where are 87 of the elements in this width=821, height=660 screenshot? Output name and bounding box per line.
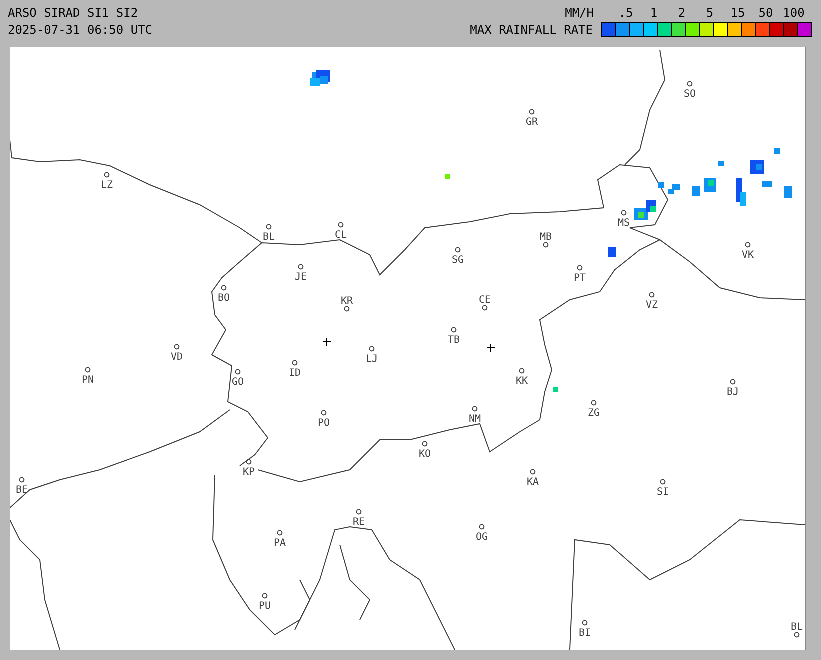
city-label: PO [318,418,330,429]
city-label: PA [274,538,286,549]
city-marker-icon [649,292,655,298]
legend-tick-label: 5 [705,6,715,20]
legend-tick-label: .5 [618,6,634,20]
city-marker-icon [356,509,362,515]
city-marker-icon [543,242,549,248]
city-label: BE [16,485,28,496]
city-marker-icon [582,620,588,626]
city-label: BO [218,293,230,304]
city-marker-icon [292,360,298,366]
legend-tick-label: 2 [677,6,687,20]
city-label: PU [258,601,272,612]
city-label: NM [468,414,482,425]
city-label: BI [578,628,592,639]
city-label: MB [540,232,552,243]
city-label: LJ [366,354,378,365]
product-title: ARSO SIRAD SI1 SI2 [8,6,140,20]
city-marker-icon [262,593,268,599]
legend-tick-label: 1 [649,6,659,20]
cross-marker-icon [486,344,496,352]
city-label: KR [340,296,354,307]
city-label: VZ [646,300,658,311]
city-marker-icon [321,410,327,416]
city-marker-icon [591,400,597,406]
city-label: ZG [588,408,600,419]
city-marker-icon [529,109,535,115]
city-label: CL [334,230,348,241]
city-marker-icon [344,306,350,312]
city-label: SI [656,487,670,498]
city-marker-icon [85,367,91,373]
city-label: TB [448,335,460,346]
legend-tick-label: 100 [782,6,806,20]
city-marker-icon [745,242,751,248]
city-marker-icon [730,379,736,385]
city-label: CE [478,295,492,306]
timestamp: 2025-07-31 06:50 UTC [8,23,152,37]
city-marker-icon [266,224,272,230]
legend-tick-label: 50 [758,6,774,20]
city-marker-icon [519,368,525,374]
city-label: LZ [100,180,114,191]
city-marker-icon [422,441,428,447]
city-marker-icon [530,469,536,475]
city-label: RE [352,517,366,528]
city-marker-icon [174,344,180,350]
city-marker-icon [479,524,485,530]
city-marker-icon [246,459,252,465]
city-label: VK [742,250,754,261]
city-marker-icon [369,346,375,352]
city-marker-icon [104,172,110,178]
city-marker-icon [577,265,583,271]
city-label: VD [170,352,184,363]
legend-tick-label: 15 [730,6,746,20]
city-label: JE [294,272,308,283]
legend-title: MAX RAINFALL RATE [470,22,593,36]
city-label: KA [526,477,540,488]
city-label: SO [684,89,696,100]
city-label: KK [516,376,528,387]
city-label: PT [574,273,586,284]
city-label: KO [418,449,432,460]
city-label: GO [232,377,244,388]
city-marker-icon [687,81,693,87]
city-label: BL [262,232,276,243]
city-label: SG [452,255,464,266]
city-label: KP [242,467,256,478]
legend-unit: MM/H [565,6,594,20]
city-marker-icon [621,210,627,216]
city-marker-icon [338,222,344,228]
city-label: MS [618,218,630,229]
city-label: ID [288,368,302,379]
city-marker-icon [277,530,283,536]
city-label: OG [476,532,488,543]
city-marker-icon [298,264,304,270]
city-marker-icon [472,406,478,412]
city-marker-icon [451,327,457,333]
city-label: GR [526,117,538,128]
city-marker-icon [235,369,241,375]
city-marker-icon [455,247,461,253]
city-marker-icon [19,477,25,483]
cross-marker-icon [322,338,332,346]
city-marker-icon [794,632,800,638]
city-marker-icon [660,479,666,485]
city-marker-icon [221,285,227,291]
city-marker-icon [482,305,488,311]
city-label: BJ [726,387,740,398]
city-label: PN [82,375,94,386]
city-label: BL [790,622,804,633]
